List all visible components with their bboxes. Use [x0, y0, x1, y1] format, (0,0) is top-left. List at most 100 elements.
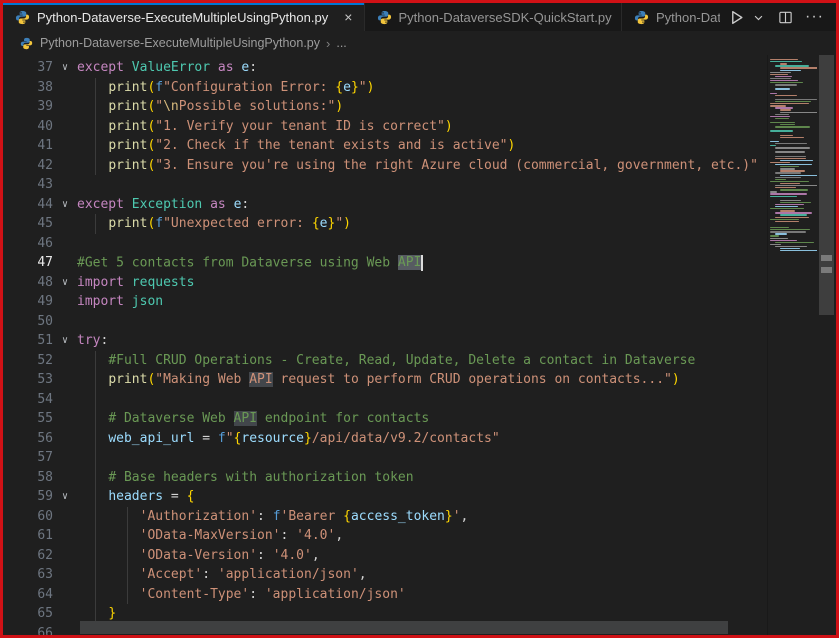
minimap-line	[780, 137, 804, 138]
code-line[interactable]: 44∨except Exception as e:	[3, 195, 766, 215]
code-line[interactable]: 54	[3, 390, 766, 410]
indent-guide	[95, 448, 96, 468]
editor-actions: ···	[720, 3, 836, 31]
indent-guide	[95, 97, 96, 117]
minimap-line	[770, 181, 809, 182]
line-number: 51	[3, 333, 53, 348]
minimap[interactable]	[767, 55, 817, 635]
line-number: 58	[3, 470, 53, 485]
line-number: 52	[3, 353, 53, 368]
indent-guide	[95, 390, 96, 410]
vertical-scrollbar[interactable]	[817, 55, 836, 635]
indent-guide	[95, 565, 96, 585]
line-number: 42	[3, 158, 53, 173]
indent-guide	[95, 214, 96, 234]
code-line[interactable]: 48∨import requests	[3, 273, 766, 293]
code-line[interactable]: 60 'Authorization': f'Bearer {access_tok…	[3, 507, 766, 527]
code-text: print(f"Unexpected error: {e}")	[77, 216, 351, 231]
fold-chevron-icon[interactable]: ∨	[53, 62, 77, 73]
indent-guide	[95, 370, 96, 390]
indent-guide	[127, 526, 128, 546]
line-number: 65	[3, 606, 53, 621]
code-text: 'Authorization': f'Bearer {access_token}…	[77, 509, 468, 524]
code-line[interactable]: 39 print("\nPossible solutions:")	[3, 97, 766, 117]
tab-execute-multiple[interactable]: Python-Dataverse-ExecuteMultipleUsingPyt…	[3, 3, 365, 31]
code-editor[interactable]: 37∨except ValueError as e:38 print(f"Con…	[3, 55, 836, 635]
code-line[interactable]: 43	[3, 175, 766, 195]
horizontal-scrollbar-slider[interactable]	[80, 621, 728, 634]
code-line[interactable]: 37∨except ValueError as e:	[3, 58, 766, 78]
minimap-line	[780, 214, 807, 215]
close-tab-icon[interactable]: ×	[341, 9, 355, 25]
line-number: 47	[3, 255, 53, 270]
tab-label: Python-DataverseSDK-QuickStart.py	[399, 10, 612, 25]
line-number: 37	[3, 60, 53, 75]
tab-quickstart[interactable]: Python-DataverseSDK-QuickStart.py	[365, 3, 622, 31]
code-line[interactable]: 62 'OData-Version': '4.0',	[3, 546, 766, 566]
code-text: print("1. Verify your tenant ID is corre…	[77, 119, 453, 134]
fold-chevron-icon[interactable]: ∨	[53, 199, 77, 210]
minimap-line	[775, 172, 801, 173]
code-line[interactable]: 51∨try:	[3, 331, 766, 351]
code-line[interactable]: 64 'Content-Type': 'application/json'	[3, 585, 766, 605]
minimap-line	[775, 156, 806, 157]
minimap-line	[770, 93, 777, 94]
code-line[interactable]: 38 print(f"Configuration Error: {e}")	[3, 78, 766, 98]
tab-truncated[interactable]: Python-Dat	[622, 3, 720, 31]
fold-chevron-icon[interactable]: ∨	[53, 491, 77, 502]
indent-guide	[127, 546, 128, 566]
line-number: 54	[3, 392, 53, 407]
minimap-line	[775, 147, 810, 148]
chevron-right-icon: ›	[326, 36, 330, 51]
minimap-line	[780, 175, 817, 176]
line-number: 53	[3, 372, 53, 387]
vertical-scrollbar-slider[interactable]	[819, 55, 834, 315]
code-line[interactable]: 58 # Base headers with authorization tok…	[3, 468, 766, 488]
code-text: # Base headers with authorization token	[77, 470, 414, 485]
minimap-line	[780, 67, 817, 68]
code-line[interactable]: 56 web_api_url = f"{resource}/api/data/v…	[3, 429, 766, 449]
breadcrumb: Python-Dataverse-ExecuteMultipleUsingPyt…	[3, 31, 836, 55]
run-dropdown[interactable]	[751, 6, 766, 28]
indent-guide	[95, 526, 96, 546]
indent-guide	[95, 585, 96, 605]
minimap-line	[775, 177, 801, 178]
line-number: 59	[3, 489, 53, 504]
code-text: 'OData-Version': '4.0',	[77, 548, 320, 563]
code-line[interactable]: 49import json	[3, 292, 766, 312]
indent-guide	[95, 468, 96, 488]
code-line[interactable]: 45 print(f"Unexpected error: {e}")	[3, 214, 766, 234]
code-line[interactable]: 59∨ headers = {	[3, 487, 766, 507]
minimap-line	[775, 118, 789, 119]
more-actions-button[interactable]: ···	[803, 6, 826, 28]
code-line[interactable]: 50	[3, 312, 766, 332]
fold-chevron-icon[interactable]: ∨	[53, 277, 77, 288]
code-line[interactable]: 57	[3, 448, 766, 468]
fold-chevron-icon[interactable]: ∨	[53, 335, 77, 346]
line-number: 45	[3, 216, 53, 231]
vscode-window: Python-Dataverse-ExecuteMultipleUsingPyt…	[0, 0, 839, 638]
breadcrumb-more[interactable]: ...	[336, 36, 346, 50]
breadcrumb-file[interactable]: Python-Dataverse-ExecuteMultipleUsingPyt…	[40, 36, 320, 50]
code-line[interactable]: 63 'Accept': 'application/json',	[3, 565, 766, 585]
minimap-line	[775, 76, 792, 77]
line-number: 48	[3, 275, 53, 290]
minimap-line	[775, 126, 810, 127]
code-line[interactable]: 61 'OData-MaxVersion': '4.0',	[3, 526, 766, 546]
code-line[interactable]: 41 print("2. Check if the tenant exists …	[3, 136, 766, 156]
code-line[interactable]: 52 #Full CRUD Operations - Create, Read,…	[3, 351, 766, 371]
code-line[interactable]: 47#Get 5 contacts from Dataverse using W…	[3, 253, 766, 273]
code-line[interactable]: 42 print("3. Ensure you're using the rig…	[3, 156, 766, 176]
minimap-line	[775, 179, 786, 180]
code-line[interactable]: 46	[3, 234, 766, 254]
line-number: 57	[3, 450, 53, 465]
split-editor-button[interactable]	[776, 6, 795, 28]
code-line[interactable]: 40 print("1. Verify your tenant ID is co…	[3, 117, 766, 137]
indent-guide	[127, 585, 128, 605]
code-line[interactable]: 53 print("Making Web API request to perf…	[3, 370, 766, 390]
code-line[interactable]: 55 # Dataverse Web API endpoint for cont…	[3, 409, 766, 429]
tab-label: Python-Dat	[656, 10, 720, 25]
line-number: 61	[3, 528, 53, 543]
run-button[interactable]	[726, 6, 747, 28]
code-lines[interactable]: 37∨except ValueError as e:38 print(f"Con…	[3, 58, 766, 638]
